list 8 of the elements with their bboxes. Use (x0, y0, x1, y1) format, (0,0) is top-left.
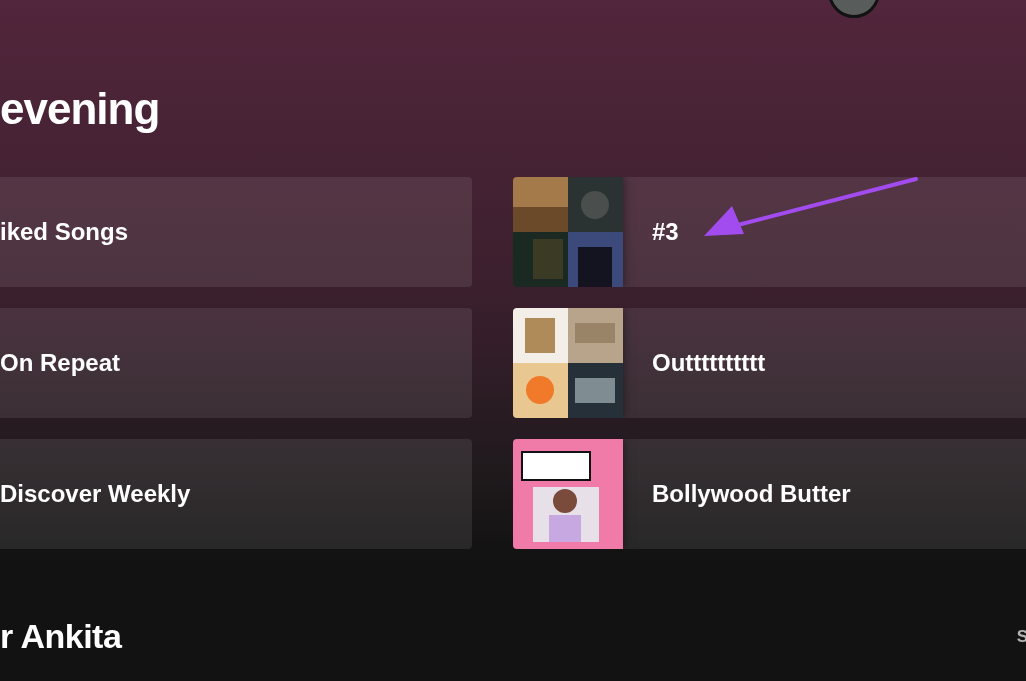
playlist-shortcut[interactable]: #3 (513, 177, 1026, 287)
playlist-shortcut[interactable]: iked Songs (0, 177, 472, 287)
section-heading: r Ankita (0, 617, 122, 656)
playlist-shortcut[interactable]: Outttttttttt (513, 308, 1026, 418)
playlist-shortcut[interactable]: Discover Weekly (0, 439, 472, 549)
greeting-heading: evening (0, 83, 161, 135)
playlist-shortcut[interactable]: On Repeat (0, 308, 472, 418)
playlist-shortcut[interactable]: Bollywood Butter (513, 439, 1026, 549)
